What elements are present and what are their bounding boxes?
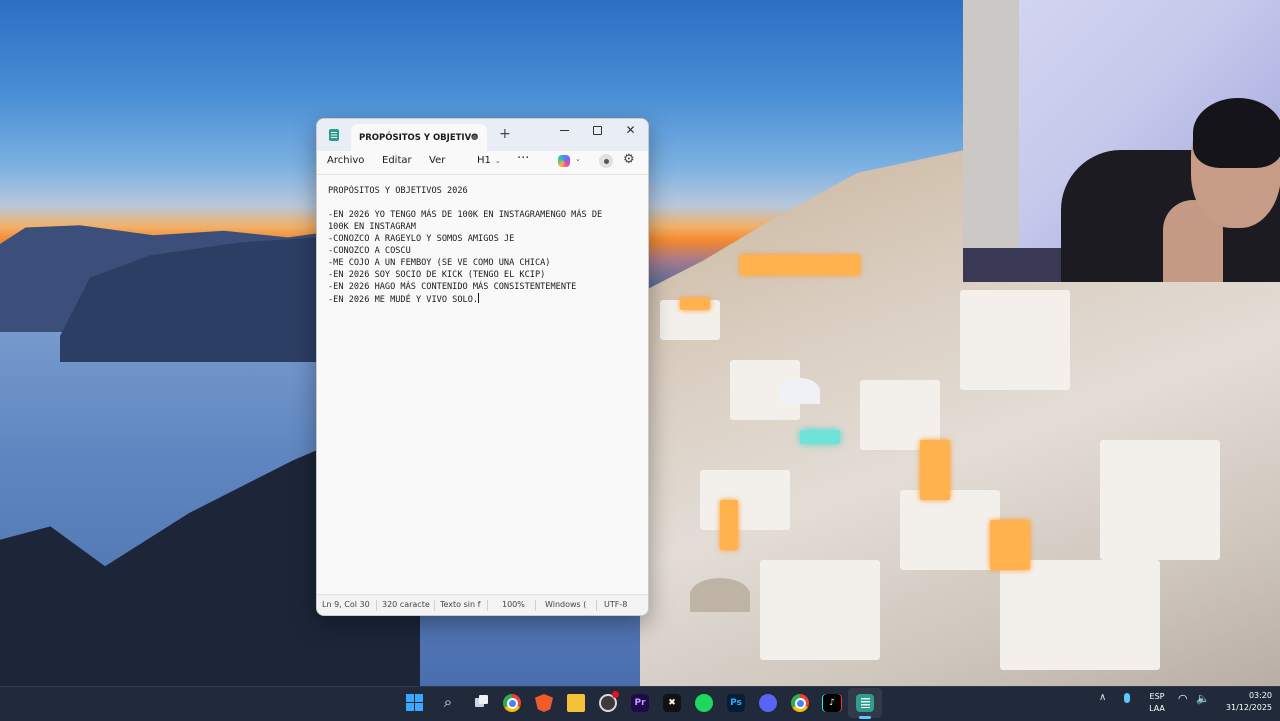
heading-value: H1 xyxy=(477,155,491,166)
photoshop-icon[interactable]: Ps xyxy=(727,694,745,712)
menu-ver[interactable]: Ver xyxy=(429,155,445,166)
chrome-profile-icon[interactable] xyxy=(791,694,809,712)
text-format[interactable]: Texto sin f xyxy=(440,600,482,609)
zoom-level[interactable]: 100% xyxy=(502,600,526,609)
menu-archivo[interactable]: Archivo xyxy=(327,155,364,166)
cursor-position: Ln 9, Col 30 xyxy=(322,600,370,609)
status-divider xyxy=(487,600,488,611)
character-count: 320 caracte xyxy=(382,600,430,609)
input-language[interactable]: ESP LAA xyxy=(1144,691,1170,715)
wallpaper-house xyxy=(700,470,790,530)
notepad-taskbar-icon[interactable] xyxy=(856,694,874,712)
document-tab[interactable]: PROPÓSITOS Y OBJETIVO xyxy=(351,124,487,151)
settings-gear-icon[interactable]: ⚙ xyxy=(623,152,635,167)
wallpaper-lights xyxy=(720,500,738,550)
wifi-icon[interactable]: ◠ xyxy=(1178,692,1188,705)
clock-time: 03:20 xyxy=(1248,691,1272,700)
start-logo-pane xyxy=(406,694,414,702)
wallpaper-house xyxy=(900,490,1000,570)
maximize-button[interactable] xyxy=(581,119,614,141)
wallpaper-lights xyxy=(990,520,1030,570)
minimize-button[interactable] xyxy=(548,119,581,141)
chevron-down-icon[interactable]: ⌄ xyxy=(575,155,581,163)
document-line: -EN 2026 ME MUDÉ Y VIVO SOLO. xyxy=(328,293,480,305)
keyboard-layout: LAA xyxy=(1149,704,1165,713)
tab-title: PROPÓSITOS Y OBJETIVO xyxy=(359,132,479,143)
document-content[interactable]: PROPÓSITOS Y OBJETIVOS 2026 -EN 2026 YO … xyxy=(328,185,646,306)
wallpaper-lights xyxy=(920,440,950,500)
file-explorer-icon[interactable] xyxy=(567,694,585,712)
start-logo-pane xyxy=(406,703,414,711)
search-icon[interactable]: ⌕ xyxy=(439,693,457,711)
capcut-icon[interactable]: ✖ xyxy=(663,694,681,712)
menu-editar[interactable]: Editar xyxy=(382,155,412,166)
more-options-button[interactable]: ··· xyxy=(517,151,529,166)
wallpaper-house xyxy=(960,290,1070,390)
status-divider xyxy=(535,600,536,611)
tiktok-icon[interactable]: ♪ xyxy=(823,694,841,712)
webcam-overlay xyxy=(963,0,1280,282)
wallpaper-house xyxy=(1000,560,1160,670)
menu-bar: Archivo Editar Ver H1 ⌄ ··· ⌄ ⚙ xyxy=(317,151,648,173)
text-caret xyxy=(478,293,480,303)
start-logo-pane xyxy=(415,703,423,711)
chrome-icon[interactable] xyxy=(503,694,521,712)
notepad-app-icon xyxy=(329,129,339,141)
document-line: -EN 2026 SOY SOCIO DE KICK (TENGO EL KCI… xyxy=(328,270,546,280)
wallpaper-house xyxy=(1100,440,1220,560)
recording-badge xyxy=(612,691,619,698)
show-hidden-icons-chevron[interactable]: ∧ xyxy=(1099,692,1106,703)
document-line: -CONOZCO A COSCU xyxy=(328,246,411,256)
text-editor[interactable]: PROPÓSITOS Y OBJETIVOS 2026 -EN 2026 YO … xyxy=(317,174,648,595)
wallpaper-dome xyxy=(690,578,750,612)
new-tab-button[interactable]: + xyxy=(499,127,511,141)
active-indicator xyxy=(859,716,871,719)
wallpaper-lights xyxy=(740,255,860,275)
language-code: ESP xyxy=(1149,692,1165,701)
close-button[interactable]: ✕ xyxy=(614,119,647,141)
status-bar: Ln 9, Col 30 320 caracte Texto sin f 100… xyxy=(317,594,648,615)
copilot-icon[interactable] xyxy=(558,155,570,167)
document-line: -EN 2026 HAGO MÁS CONTENIDO MÁS CONSISTE… xyxy=(328,282,577,292)
close-icon: ✕ xyxy=(625,123,636,137)
microphone-icon[interactable] xyxy=(1124,693,1130,703)
title-bar[interactable]: PROPÓSITOS Y OBJETIVO + ✕ xyxy=(317,119,648,151)
minimize-icon xyxy=(560,129,569,131)
maximize-icon xyxy=(593,125,602,135)
document-line: 100K EN INSTAGRAM xyxy=(328,222,416,232)
account-icon[interactable] xyxy=(599,154,613,168)
document-line: -CONOZCO A RAGEYLO Y SOMOS AMIGOS JE xyxy=(328,234,515,244)
status-divider xyxy=(596,600,597,611)
spotify-icon[interactable] xyxy=(695,694,713,712)
volume-icon[interactable]: 🔈 xyxy=(1196,692,1210,705)
premiere-pro-icon[interactable]: Pr xyxy=(631,694,649,712)
encoding[interactable]: UTF-8 xyxy=(604,600,634,609)
clock-date: 31/12/2025 xyxy=(1225,703,1272,712)
status-divider xyxy=(376,600,377,611)
heading-dropdown[interactable]: H1 ⌄ xyxy=(477,155,501,166)
notepad-window[interactable]: PROPÓSITOS Y OBJETIVO + ✕ Archivo Editar… xyxy=(316,118,649,616)
wallpaper-pool xyxy=(800,430,840,444)
document-line: PROPÓSITOS Y OBJETIVOS 2026 xyxy=(328,186,468,196)
brave-icon[interactable] xyxy=(535,694,553,712)
webcam-person-hair xyxy=(1193,98,1280,168)
wallpaper-dome xyxy=(780,378,820,404)
clock[interactable]: 03:20 31/12/2025 xyxy=(1210,690,1272,714)
discord-icon[interactable] xyxy=(759,694,777,712)
chevron-down-icon: ⌄ xyxy=(494,157,501,165)
document-line: -ME COJO A UN FEMBOY (SE VE COMO UNA CHI… xyxy=(328,258,551,268)
line-ending[interactable]: Windows ( xyxy=(545,600,589,609)
wallpaper-house xyxy=(760,560,880,660)
start-logo-pane xyxy=(415,694,423,702)
document-line: -EN 2026 YO TENGO MÁS DE 100K EN INSTAGR… xyxy=(328,210,603,220)
status-divider xyxy=(434,600,435,611)
webcam-door xyxy=(963,0,1019,282)
task-view-icon[interactable] xyxy=(472,694,490,712)
unsaved-dot-icon[interactable] xyxy=(472,135,477,140)
windows-start-icon[interactable] xyxy=(406,694,424,712)
wallpaper-lights xyxy=(680,298,710,310)
